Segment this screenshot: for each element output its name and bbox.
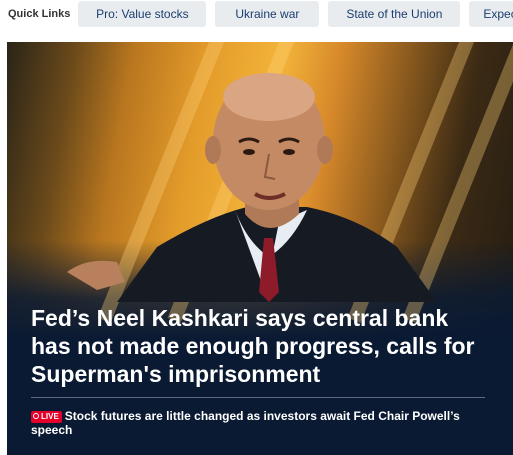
live-story-link[interactable]: LIVE Stock futures are little changed as … xyxy=(31,409,491,437)
quick-link-expect[interactable]: Expect xyxy=(469,1,513,27)
quick-link-state-of-the-union[interactable]: State of the Union xyxy=(328,1,461,27)
hero-story[interactable]: Fed’s Neel Kashkari says central bank ha… xyxy=(7,42,513,455)
live-badge-label: LIVE xyxy=(41,412,59,421)
live-badge: LIVE xyxy=(31,411,62,423)
live-dot-icon xyxy=(33,413,39,419)
quick-link-pro-value-stocks[interactable]: Pro: Value stocks xyxy=(78,1,207,27)
hero-photo[interactable] xyxy=(7,42,513,302)
quick-links-bar: Quick Links Pro: Value stocks Ukraine wa… xyxy=(0,0,513,28)
quick-link-ukraine-war[interactable]: Ukraine war xyxy=(215,1,320,27)
live-story-text: Stock futures are little changed as inve… xyxy=(31,409,460,437)
quick-links-label: Quick Links xyxy=(8,8,71,20)
hero-headline[interactable]: Fed’s Neel Kashkari says central bank ha… xyxy=(31,304,491,388)
divider xyxy=(31,397,485,398)
